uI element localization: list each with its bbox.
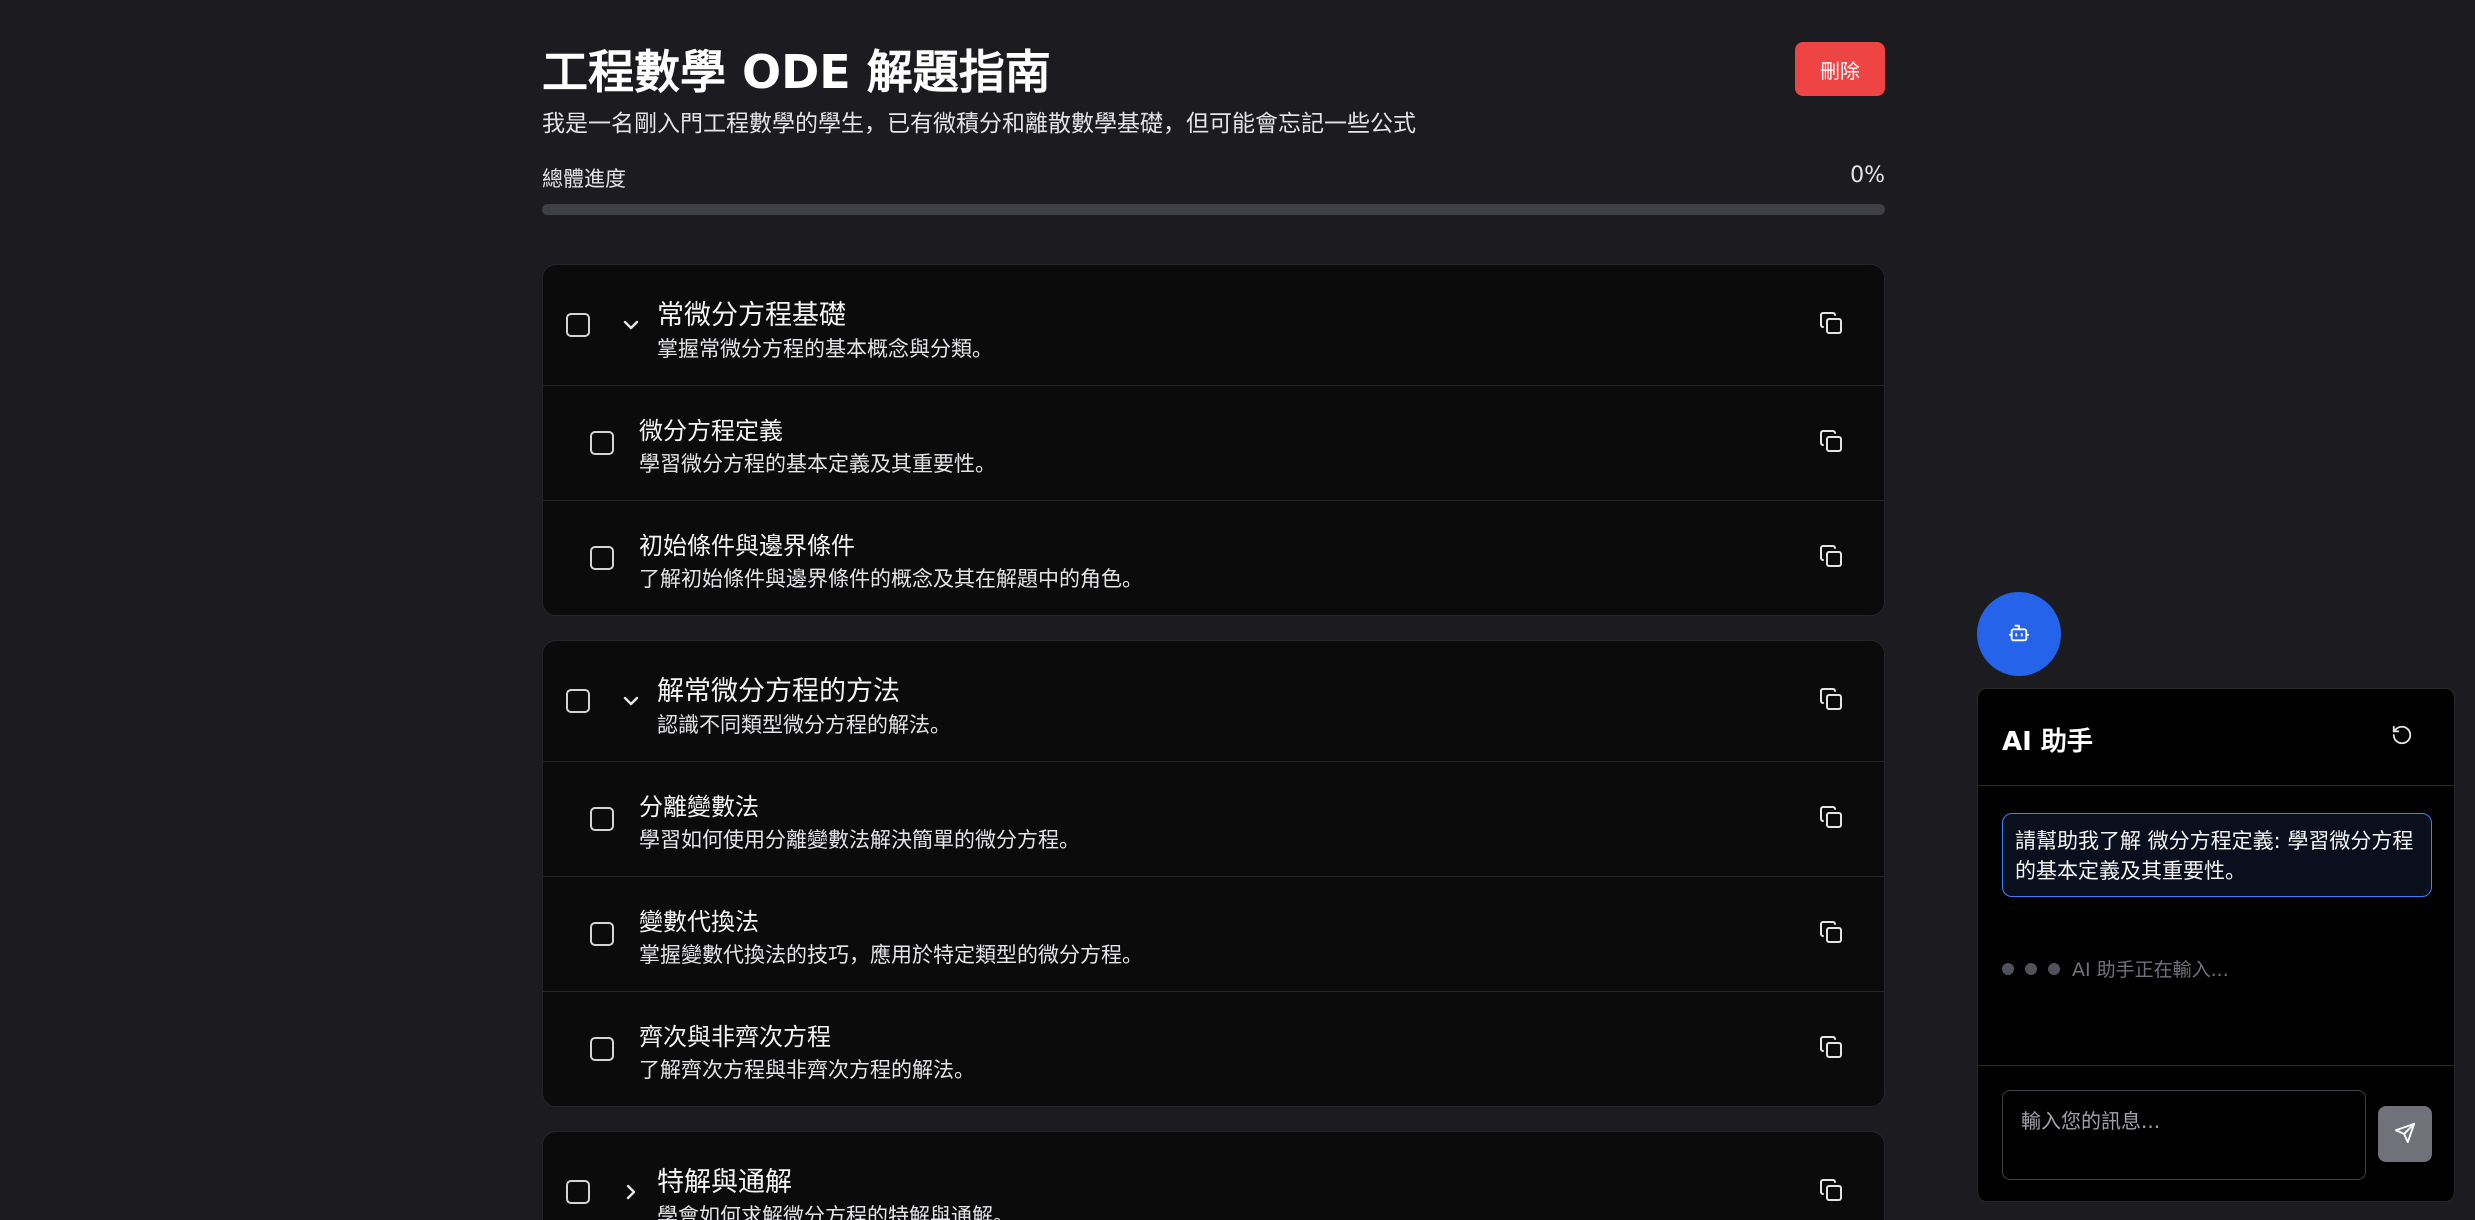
topic-title: 分離變數法	[639, 793, 759, 821]
copy-icon	[1819, 1178, 1843, 1206]
copy-button[interactable]	[1816, 919, 1846, 949]
section-card: 解常微分方程的方法認識不同類型微分方程的解法。分離變數法學習如何使用分離變數法解…	[542, 640, 1885, 1107]
topic-description: 了解齊次方程與非齊次方程的解法。	[639, 1058, 975, 1082]
section-description: 認識不同類型微分方程的解法。	[657, 713, 951, 737]
ai-chat-panel: AI 助手 請幫助我了解 微分方程定義: 學習微分方程的基本定義及其重要性。 A…	[1977, 688, 2455, 1202]
chevron-down-icon[interactable]	[617, 311, 645, 339]
typing-dot	[2002, 962, 2014, 975]
topic-checkbox[interactable]	[590, 546, 614, 570]
topic-title: 齊次與非齊次方程	[639, 1023, 831, 1051]
copy-button[interactable]	[1816, 1034, 1846, 1064]
copy-icon	[1819, 544, 1843, 572]
copy-button[interactable]	[1816, 428, 1846, 458]
topic-row[interactable]: 變數代換法掌握變數代換法的技巧，應用於特定類型的微分方程。	[543, 876, 1884, 991]
topic-description: 學習如何使用分離變數法解決簡單的微分方程。	[639, 828, 1080, 852]
section-title: 特解與通解	[657, 1167, 792, 1198]
reset-chat-button[interactable]	[2388, 723, 2416, 751]
topic-row[interactable]: 齊次與非齊次方程了解齊次方程與非齊次方程的解法。	[543, 991, 1884, 1106]
copy-icon	[1819, 920, 1843, 948]
ai-chat-title: AI 助手	[2002, 727, 2093, 757]
topic-checkbox[interactable]	[590, 807, 614, 831]
progress-percentage: 0%	[1850, 163, 1885, 188]
topic-checkbox[interactable]	[590, 1037, 614, 1061]
rotate-ccw-icon	[2391, 724, 2413, 750]
section-checkbox[interactable]	[566, 689, 590, 713]
chevron-down-icon[interactable]	[617, 687, 645, 715]
chevron-right-icon[interactable]	[617, 1178, 645, 1206]
topic-checkbox[interactable]	[590, 922, 614, 946]
progress-label: 總體進度	[542, 167, 626, 191]
section-header-row[interactable]: 常微分方程基礎掌握常微分方程的基本概念與分類。	[543, 265, 1884, 385]
typing-dot	[2025, 962, 2037, 975]
section-header-row[interactable]: 解常微分方程的方法認識不同類型微分方程的解法。	[543, 641, 1884, 761]
guide-main: 工程數學 ODE 解題指南 我是一名剛入門工程數學的學生，已有微積分和離散數學基…	[542, 0, 1885, 1220]
section-card: 常微分方程基礎掌握常微分方程的基本概念與分類。微分方程定義學習微分方程的基本定義…	[542, 264, 1885, 616]
section-card: 特解與通解學會如何求解微分方程的特解與通解。	[542, 1131, 1885, 1220]
copy-button[interactable]	[1816, 310, 1846, 340]
ai-assistant-button[interactable]	[1977, 592, 2061, 676]
copy-button[interactable]	[1816, 686, 1846, 716]
copy-button[interactable]	[1816, 804, 1846, 834]
copy-icon	[1819, 1035, 1843, 1063]
topic-description: 了解初始條件與邊界條件的概念及其在解題中的角色。	[639, 567, 1143, 591]
typing-indicator: AI 助手正在輸入...	[2002, 955, 2229, 982]
copy-icon	[1819, 311, 1843, 339]
page-subtitle: 我是一名剛入門工程數學的學生，已有微積分和離散數學基礎，但可能會忘記一些公式	[542, 111, 1416, 137]
section-checkbox[interactable]	[566, 313, 590, 337]
typing-dot	[2048, 962, 2060, 975]
topic-row[interactable]: 微分方程定義學習微分方程的基本定義及其重要性。	[543, 385, 1884, 500]
send-button[interactable]	[2378, 1106, 2432, 1162]
guide-header: 工程數學 ODE 解題指南 我是一名剛入門工程數學的學生，已有微積分和離散數學基…	[542, 0, 1885, 150]
section-header-row[interactable]: 特解與通解學會如何求解微分方程的特解與通解。	[543, 1132, 1884, 1220]
page-title: 工程數學 ODE 解題指南	[542, 45, 1051, 99]
topic-title: 微分方程定義	[639, 417, 783, 445]
copy-button[interactable]	[1816, 543, 1846, 573]
topic-row[interactable]: 初始條件與邊界條件了解初始條件與邊界條件的概念及其在解題中的角色。	[543, 500, 1884, 615]
delete-button[interactable]: 刪除	[1795, 42, 1885, 96]
copy-icon	[1819, 687, 1843, 715]
section-title: 常微分方程基礎	[657, 300, 846, 331]
copy-icon	[1819, 429, 1843, 457]
send-icon	[2394, 1122, 2416, 1147]
copy-icon	[1819, 805, 1843, 833]
message-input[interactable]	[2002, 1090, 2366, 1180]
user-message: 請幫助我了解 微分方程定義: 學習微分方程的基本定義及其重要性。	[2002, 813, 2432, 897]
ai-chat-header: AI 助手	[1978, 689, 2454, 786]
typing-text: AI 助手正在輸入...	[2072, 959, 2229, 981]
section-title: 解常微分方程的方法	[657, 676, 900, 707]
copy-button[interactable]	[1816, 1177, 1846, 1207]
topic-description: 學習微分方程的基本定義及其重要性。	[639, 452, 996, 476]
topic-checkbox[interactable]	[590, 431, 614, 455]
topic-row[interactable]: 分離變數法學習如何使用分離變數法解決簡單的微分方程。	[543, 761, 1884, 876]
topic-title: 變數代換法	[639, 908, 759, 936]
ai-chat-footer	[1978, 1065, 2454, 1201]
progress-bar	[542, 204, 1885, 215]
bot-icon	[2008, 622, 2030, 647]
section-description: 學會如何求解微分方程的特解與通解。	[657, 1204, 1014, 1220]
topic-description: 掌握變數代換法的技巧，應用於特定類型的微分方程。	[639, 943, 1143, 967]
section-checkbox[interactable]	[566, 1180, 590, 1204]
section-description: 掌握常微分方程的基本概念與分類。	[657, 337, 993, 361]
topic-title: 初始條件與邊界條件	[639, 532, 855, 560]
